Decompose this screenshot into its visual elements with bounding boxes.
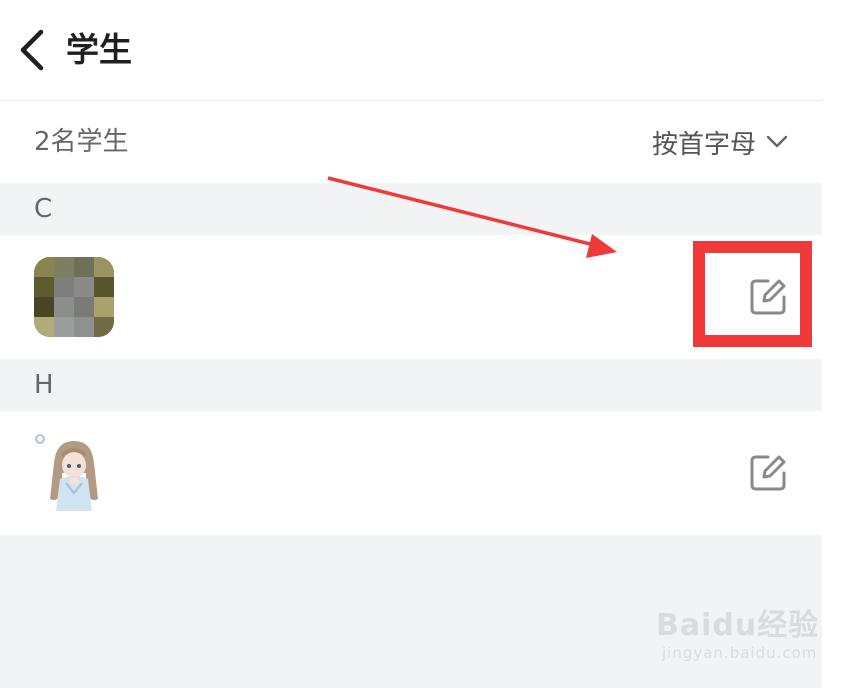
section-letter: C: [34, 194, 53, 224]
edit-button[interactable]: [744, 449, 792, 497]
section-letter: H: [34, 370, 54, 400]
student-row[interactable]: [0, 235, 822, 359]
back-button[interactable]: [12, 26, 52, 74]
sort-label: 按首字母: [651, 129, 756, 160]
edit-button[interactable]: [744, 273, 792, 321]
right-gutter: [822, 100, 858, 687]
avatar: [34, 257, 114, 337]
section-header-c: C: [0, 183, 822, 235]
student-count: 2名学生: [34, 127, 129, 157]
edit-icon: [750, 279, 786, 315]
student-row[interactable]: [0, 411, 822, 535]
summary-row: 2名学生 按首字母: [0, 101, 822, 183]
pixelated-photo-avatar: [34, 257, 114, 337]
avatar: [34, 433, 114, 513]
anime-girl-avatar: [34, 433, 114, 513]
sort-dropdown[interactable]: 按首字母: [652, 121, 788, 163]
chevron-left-icon: [20, 29, 44, 71]
chevron-down-icon: [766, 135, 788, 148]
header-bar: 学生: [0, 0, 858, 100]
page-title: 学生: [66, 30, 132, 69]
student-list-panel: 2名学生 按首字母 C H: [0, 100, 822, 688]
edit-icon: [750, 455, 786, 491]
section-header-h: H: [0, 359, 822, 411]
